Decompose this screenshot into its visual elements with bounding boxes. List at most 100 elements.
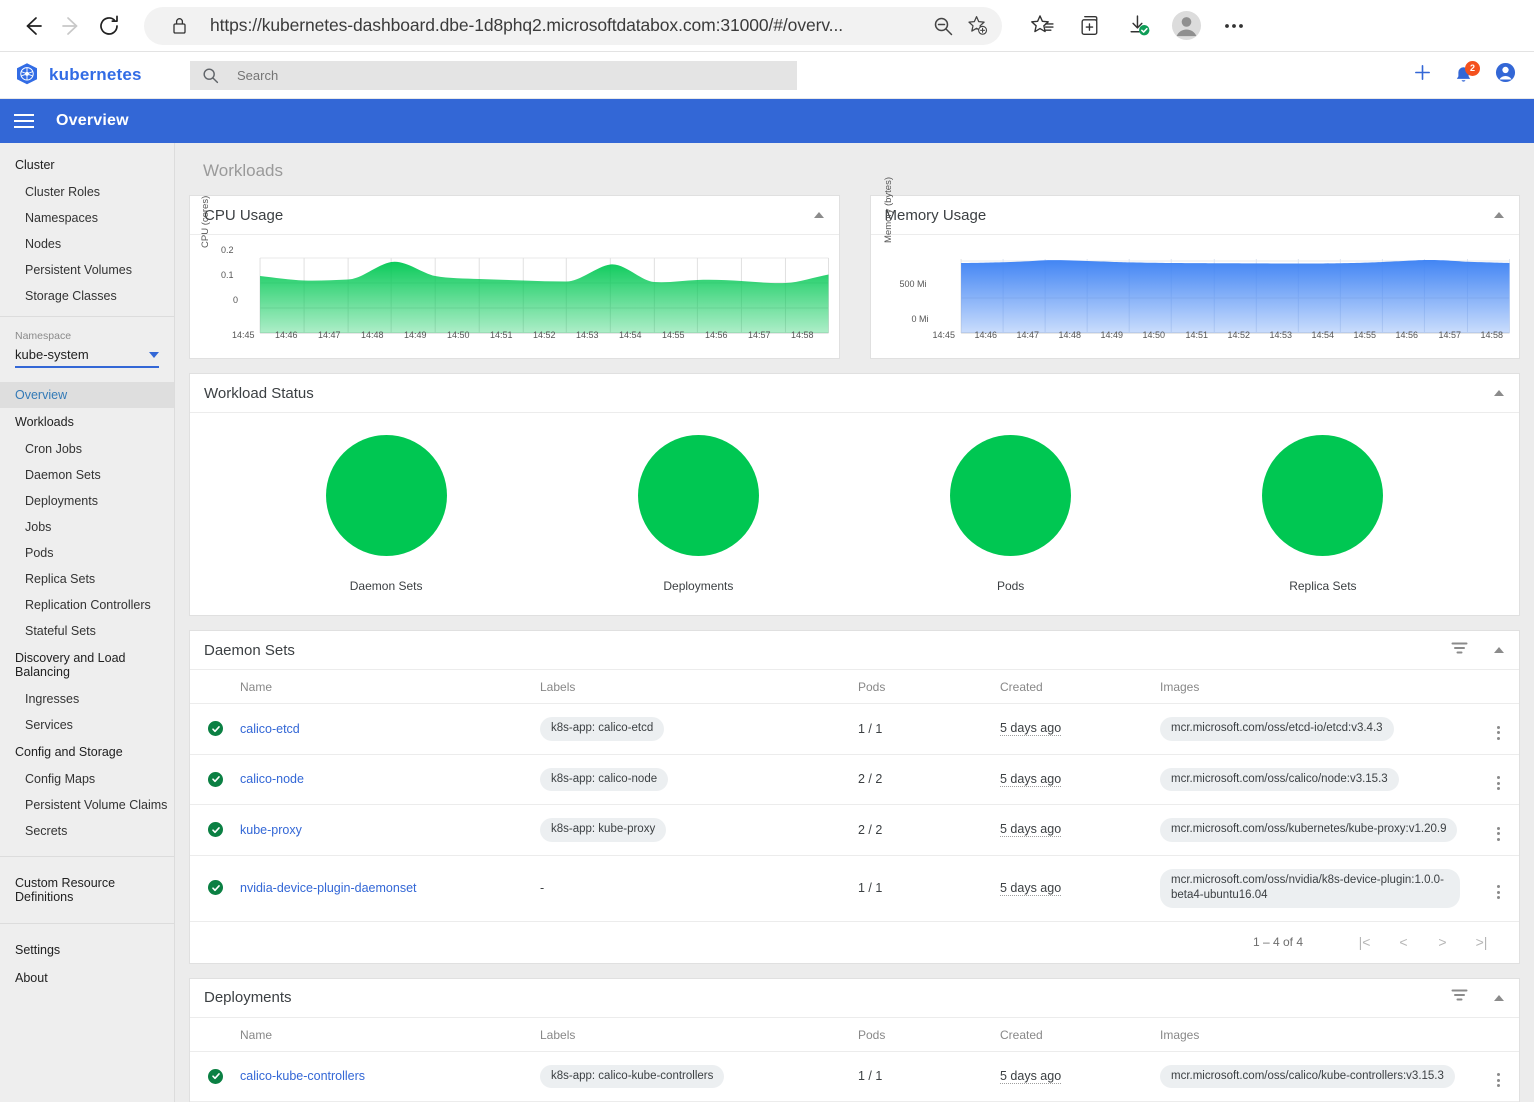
table-row[interactable]: nvidia-device-plugin-daemonset - 1 / 1 5… [190, 855, 1519, 921]
sidebar-item-cron-jobs[interactable]: Cron Jobs [0, 436, 174, 462]
resource-link[interactable]: calico-kube-controllers [240, 1069, 365, 1083]
workload-status-item[interactable]: Deployments [542, 435, 854, 593]
row-pods: 1 / 1 [852, 1051, 994, 1102]
favorites-button[interactable] [1018, 6, 1066, 46]
deployments-table: Name Labels Pods Created Images [190, 1018, 1519, 1102]
downloads-button[interactable] [1114, 6, 1162, 46]
sidebar-item-nodes[interactable]: Nodes [0, 231, 174, 257]
zoom-out-button[interactable] [926, 9, 960, 43]
sidebar-item-storage-classes[interactable]: Storage Classes [0, 283, 174, 309]
row-menu[interactable] [1477, 704, 1519, 755]
sidebar-item-services[interactable]: Services [0, 712, 174, 738]
menu-line [14, 114, 34, 116]
row-pods: 1 / 1 [852, 704, 994, 755]
sidebar-item-deployments[interactable]: Deployments [0, 488, 174, 514]
address-bar[interactable]: https://kubernetes-dashboard.dbe-1d8phq2… [144, 7, 1002, 45]
row-menu[interactable] [1477, 1051, 1519, 1102]
sidebar-item-persistent-volume-claims[interactable]: Persistent Volume Claims [0, 792, 174, 818]
back-button[interactable] [14, 7, 52, 45]
sidebar-item-config-maps[interactable]: Config Maps [0, 766, 174, 792]
col-created[interactable]: Created [994, 1018, 1154, 1052]
row-menu[interactable] [1477, 754, 1519, 805]
forward-button[interactable] [52, 7, 90, 45]
sidebar-item-pods[interactable]: Pods [0, 540, 174, 566]
search-input[interactable] [235, 67, 711, 84]
table-row[interactable]: calico-kube-controllers k8s-app: calico-… [190, 1051, 1519, 1102]
namespace-select[interactable]: kube-system [15, 347, 159, 368]
table-header-row: Name Labels Pods Created Images [190, 670, 1519, 704]
row-menu[interactable] [1477, 805, 1519, 856]
pagination-first-button[interactable]: |< [1345, 927, 1384, 957]
sidebar-item-replica-sets[interactable]: Replica Sets [0, 566, 174, 592]
col-labels[interactable]: Labels [534, 1018, 852, 1052]
sidebar-item-custom-resource-definitions[interactable]: Custom Resource Definitions [0, 869, 174, 911]
kubernetes-logo[interactable]: kubernetes [0, 62, 190, 88]
sidebar-item-cluster-roles[interactable]: Cluster Roles [0, 179, 174, 205]
more-vert-icon[interactable] [1497, 1073, 1500, 1087]
filter-icon[interactable] [1451, 988, 1468, 1007]
row-menu[interactable] [1477, 855, 1519, 921]
row-name[interactable]: nvidia-device-plugin-daemonset [234, 855, 534, 921]
sidebar-item-settings[interactable]: Settings [0, 936, 174, 964]
col-name[interactable]: Name [234, 1018, 534, 1052]
pagination-next-button[interactable]: > [1423, 927, 1462, 957]
pagination-prev-button[interactable]: < [1384, 927, 1423, 957]
search-box[interactable] [190, 61, 797, 90]
more-vert-icon[interactable] [1497, 885, 1500, 899]
col-pods[interactable]: Pods [852, 670, 994, 704]
table-row[interactable]: calico-node k8s-app: calico-node 2 / 2 5… [190, 754, 1519, 805]
sidebar-item-replication-controllers[interactable]: Replication Controllers [0, 592, 174, 618]
collapse-caret-icon[interactable] [814, 212, 824, 218]
sidebar-item-about[interactable]: About [0, 964, 174, 992]
row-name[interactable]: calico-kube-controllers [234, 1051, 534, 1102]
sidebar-item-ingresses[interactable]: Ingresses [0, 686, 174, 712]
col-name[interactable]: Name [234, 670, 534, 704]
sidebar-item-stateful-sets[interactable]: Stateful Sets [0, 618, 174, 644]
reload-button[interactable] [90, 7, 128, 45]
row-name[interactable]: calico-node [234, 754, 534, 805]
more-options-button[interactable] [1210, 6, 1258, 46]
collections-button[interactable] [1066, 6, 1114, 46]
row-name[interactable]: kube-proxy [234, 805, 534, 856]
workload-status-item[interactable]: Pods [855, 435, 1167, 593]
profile-button[interactable] [1162, 6, 1210, 46]
notifications-button[interactable]: 2 [1454, 65, 1473, 85]
sidebar-item-overview[interactable]: Overview [0, 382, 174, 408]
account-button[interactable] [1495, 62, 1516, 88]
more-vert-icon[interactable] [1497, 827, 1500, 841]
resource-link[interactable]: nvidia-device-plugin-daemonset [240, 881, 417, 895]
col-labels[interactable]: Labels [534, 670, 852, 704]
collapse-caret-icon[interactable] [1494, 390, 1504, 396]
col-created[interactable]: Created [994, 670, 1154, 704]
sidebar-item-namespaces[interactable]: Namespaces [0, 205, 174, 231]
app-body: Cluster Cluster Roles Namespaces Nodes P… [0, 143, 1534, 1102]
sidebar-item-jobs[interactable]: Jobs [0, 514, 174, 540]
pagination-last-button[interactable]: >| [1462, 927, 1501, 957]
more-vert-icon[interactable] [1497, 726, 1500, 740]
table-row[interactable]: kube-proxy k8s-app: kube-proxy 2 / 2 5 d… [190, 805, 1519, 856]
more-vert-icon[interactable] [1497, 776, 1500, 790]
sidebar-item-daemon-sets[interactable]: Daemon Sets [0, 462, 174, 488]
reload-icon [96, 13, 122, 39]
collapse-caret-icon[interactable] [1494, 212, 1504, 218]
daemon-sets-actions [1451, 641, 1504, 660]
site-info-button[interactable] [162, 9, 196, 43]
col-images[interactable]: Images [1154, 670, 1477, 704]
collapse-caret-icon[interactable] [1494, 647, 1504, 653]
col-images[interactable]: Images [1154, 1018, 1477, 1052]
sidebar-item-secrets[interactable]: Secrets [0, 818, 174, 844]
create-resource-button[interactable] [1413, 63, 1432, 87]
collapse-caret-icon[interactable] [1494, 995, 1504, 1001]
menu-toggle-button[interactable] [14, 114, 34, 128]
workload-status-item[interactable]: Replica Sets [1167, 435, 1479, 593]
resource-link[interactable]: calico-node [240, 772, 304, 786]
table-row[interactable]: calico-etcd k8s-app: calico-etcd 1 / 1 5… [190, 704, 1519, 755]
resource-link[interactable]: kube-proxy [240, 823, 302, 837]
filter-icon[interactable] [1451, 641, 1468, 660]
sidebar-item-persistent-volumes[interactable]: Persistent Volumes [0, 257, 174, 283]
workload-status-item[interactable]: Daemon Sets [230, 435, 542, 593]
resource-link[interactable]: calico-etcd [240, 722, 300, 736]
row-name[interactable]: calico-etcd [234, 704, 534, 755]
add-favorite-button[interactable] [960, 9, 994, 43]
col-pods[interactable]: Pods [852, 1018, 994, 1052]
